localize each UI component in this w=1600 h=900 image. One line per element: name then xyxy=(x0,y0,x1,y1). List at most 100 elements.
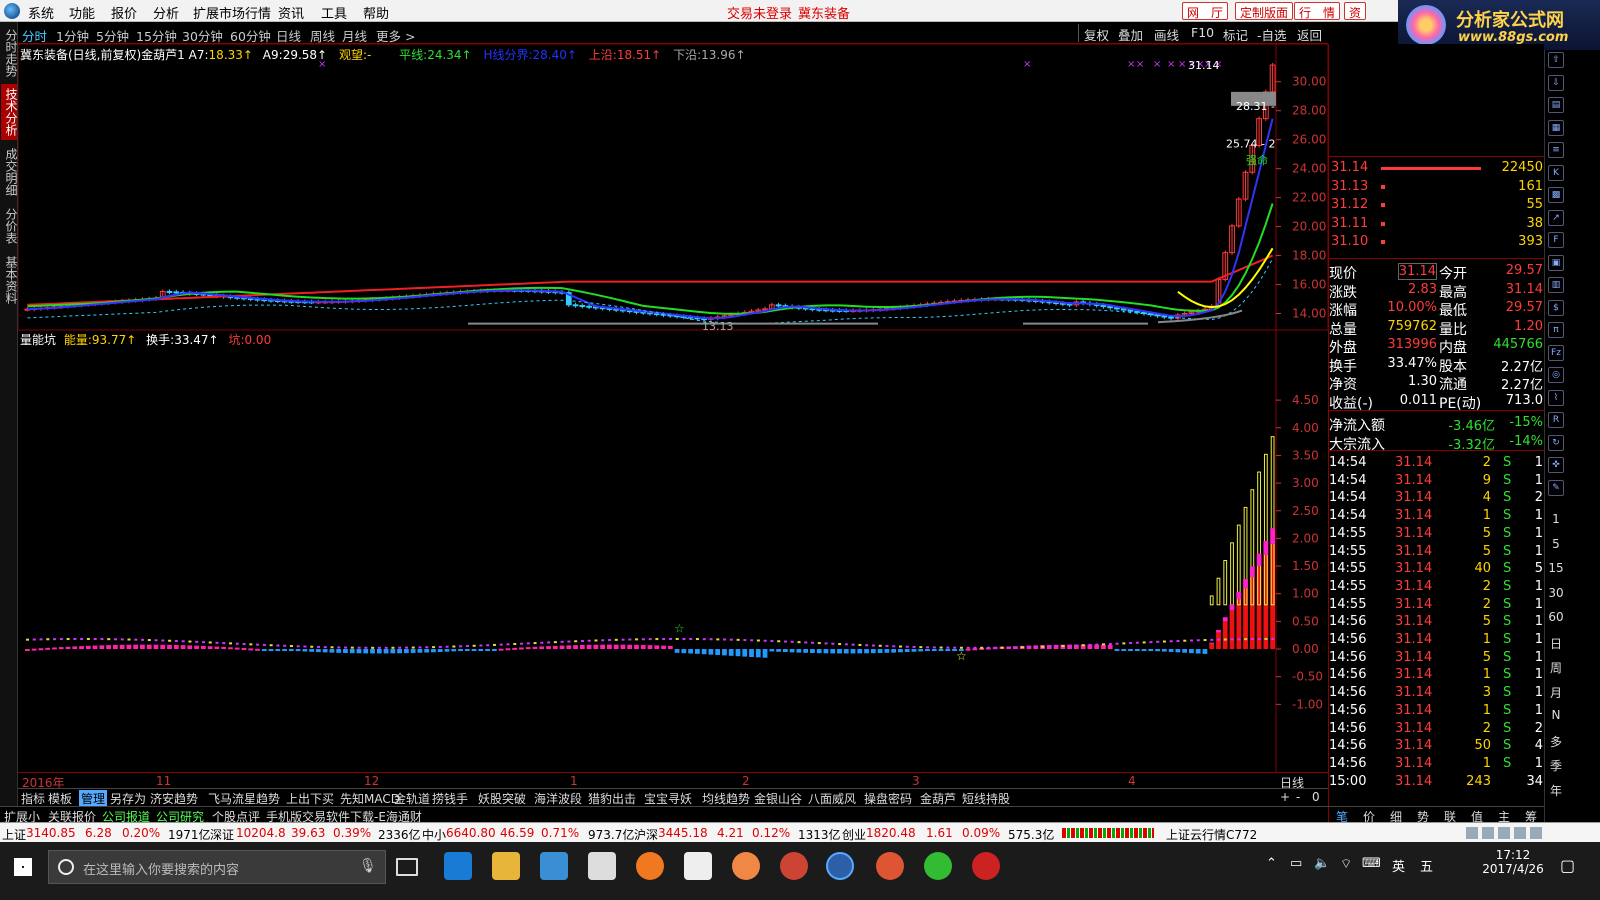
task-view-icon[interactable] xyxy=(396,858,418,876)
info-button[interactable]: 资 xyxy=(1344,2,1367,20)
ime-language[interactable]: 英 xyxy=(1392,856,1405,875)
period-30min[interactable]: 30分钟 xyxy=(182,26,223,45)
period-15min[interactable]: 15分钟 xyxy=(136,26,177,45)
period-shortcut[interactable]: 多 xyxy=(1548,733,1564,750)
refresh-icon[interactable]: ↻ xyxy=(1548,434,1564,451)
fz-icon[interactable]: Fz xyxy=(1548,344,1564,361)
status-tray-icons[interactable] xyxy=(1466,827,1546,839)
period-shortcut[interactable]: 15 xyxy=(1548,561,1564,575)
period-shortcut[interactable]: 年 xyxy=(1548,782,1564,799)
microphone-icon[interactable]: 🎙 xyxy=(359,858,377,874)
taskbar-clock[interactable]: 17:12 2017/4/26 xyxy=(1478,848,1548,876)
order-book-row[interactable]: 31.10 393 xyxy=(1329,233,1545,251)
pen-icon[interactable]: ✎ xyxy=(1548,479,1564,496)
calculator-icon[interactable] xyxy=(684,852,712,880)
indicator-tab[interactable]: 管理 xyxy=(79,790,108,807)
adjust-button[interactable]: 复权 xyxy=(1081,25,1112,44)
tab-intraday[interactable]: 分时走势 xyxy=(1,26,18,80)
calendar-icon[interactable]: ▣ xyxy=(1548,254,1564,271)
remove-watchlist-button[interactable]: -自选 xyxy=(1254,25,1290,44)
heatmap-icon[interactable]: ▩ xyxy=(1548,187,1564,203)
file-explorer-icon[interactable] xyxy=(492,852,520,880)
order-book-row[interactable]: 31.12 55 xyxy=(1329,196,1545,214)
market-button[interactable]: 行 情 xyxy=(1294,2,1341,20)
f10-button[interactable]: F10 xyxy=(1188,25,1217,40)
period-intraday[interactable]: 分时 xyxy=(22,26,47,45)
menu-help[interactable]: 帮助 xyxy=(363,3,389,22)
indicator-tab[interactable]: 金轨道 xyxy=(394,790,430,807)
mark-button[interactable]: 标记 xyxy=(1220,25,1251,44)
tray-chevron-icon[interactable]: ⌃ xyxy=(1266,856,1277,871)
period-weekly[interactable]: 周线 xyxy=(310,26,335,45)
network-icon[interactable]: ⌔ xyxy=(1340,856,1352,872)
zoom-control[interactable]: + xyxy=(1280,790,1290,804)
web-hall-button[interactable]: 网 厅 xyxy=(1182,2,1229,20)
indicator-tab[interactable]: 妖股突破 xyxy=(478,790,526,807)
period-shortcut[interactable]: 5 xyxy=(1548,537,1564,551)
indicator-tab[interactable]: 济安趋势 xyxy=(150,790,198,807)
indicator-tab[interactable]: 飞马流星趋势 xyxy=(208,790,280,807)
trading-app-3-icon[interactable] xyxy=(876,852,904,880)
wechat-icon[interactable] xyxy=(924,852,952,880)
period-shortcut[interactable]: N xyxy=(1548,708,1564,722)
tick-icon[interactable]: ⌇ xyxy=(1548,389,1564,406)
period-shortcut[interactable]: 季 xyxy=(1548,757,1564,774)
battery-icon[interactable]: ▭ xyxy=(1290,856,1302,871)
indicator-tab[interactable]: 另存为 xyxy=(110,790,146,807)
indicator-tab[interactable]: 宝宝寻妖 xyxy=(644,790,692,807)
menu-function[interactable]: 功能 xyxy=(69,3,95,22)
overlay-button[interactable]: 叠加 xyxy=(1115,25,1146,44)
login-status[interactable]: 交易未登录 xyxy=(727,3,792,22)
circle-icon[interactable]: ◎ xyxy=(1548,367,1564,383)
indicator-tab[interactable]: 八面威风 xyxy=(808,790,856,807)
f10-icon[interactable]: F xyxy=(1548,232,1564,248)
table-icon[interactable]: ▦ xyxy=(1548,119,1564,136)
indicator-tab[interactable]: 均线趋势 xyxy=(702,790,750,807)
kline-icon[interactable]: K xyxy=(1548,164,1564,181)
kline-canvas[interactable]: 30.00 28.00 26.00 24.00 22.00 20.00 18.00 16.00… xyxy=(18,44,1328,772)
analyst-app-icon[interactable] xyxy=(826,852,854,880)
indicator-tab[interactable]: 短线持股 xyxy=(962,790,1010,807)
tab-trade-detail[interactable]: 成交明细 xyxy=(1,144,18,200)
menu-info[interactable]: 资讯 xyxy=(278,3,304,22)
trading-app-icon[interactable] xyxy=(732,852,760,880)
store-icon[interactable] xyxy=(588,852,616,880)
order-book-row[interactable]: 31.14 22450 xyxy=(1329,159,1545,177)
app-red-icon[interactable] xyxy=(972,852,1000,880)
trading-app-2-icon[interactable] xyxy=(780,852,808,880)
down-arrow-icon[interactable]: ⇩ xyxy=(1548,74,1564,91)
indicator-tab[interactable]: 先知MACD xyxy=(340,790,400,807)
cloud-quote-label[interactable]: 上证云行情C772 xyxy=(1166,826,1257,843)
indicator-tab[interactable]: 上出下买 xyxy=(286,790,334,807)
period-monthly[interactable]: 月线 xyxy=(342,26,367,45)
period-shortcut[interactable]: 日 xyxy=(1548,635,1564,652)
period-5min[interactable]: 5分钟 xyxy=(96,26,129,45)
tab-price-table[interactable]: 分价表 xyxy=(1,204,18,248)
indicator-tab[interactable]: 金葫芦 xyxy=(920,790,956,807)
indicator-tab[interactable]: 模板 xyxy=(48,790,72,807)
draw-line-button[interactable]: 画线 xyxy=(1151,25,1182,44)
taskbar-search-box[interactable]: 在这里输入你要搜索的内容 🎙 xyxy=(48,850,386,884)
tab-fundamentals[interactable]: 基本资料 xyxy=(1,252,18,308)
chart-area[interactable]: 30.00 28.00 26.00 24.00 22.00 20.00 18.00 16.00… xyxy=(18,44,1328,794)
period-1min[interactable]: 1分钟 xyxy=(56,26,89,45)
period-shortcut[interactable]: 30 xyxy=(1548,586,1564,600)
indicator-tab[interactable]: 海洋波段 xyxy=(534,790,582,807)
list-icon[interactable]: ≡ xyxy=(1548,142,1564,158)
menu-tools[interactable]: 工具 xyxy=(321,3,347,22)
menu-analysis[interactable]: 分析 xyxy=(153,3,179,22)
up-arrow-icon[interactable]: ⇧ xyxy=(1548,52,1564,68)
order-book-row[interactable]: 31.11 38 xyxy=(1329,215,1545,233)
indicator-tab[interactable]: 指标 xyxy=(21,790,45,807)
menu-extended-market[interactable]: 扩展市场行情 xyxy=(193,3,271,22)
cost-icon[interactable]: $ xyxy=(1548,299,1564,316)
custom-layout-button[interactable]: 定制版面 xyxy=(1235,2,1294,20)
indicator-tab[interactable]: 猎豹出击 xyxy=(588,790,636,807)
indicator-tab[interactable]: 捞钱手 xyxy=(432,790,468,807)
ime-mode[interactable]: 五 xyxy=(1420,856,1433,875)
order-book-row[interactable]: 31.13 161 xyxy=(1329,178,1545,196)
notification-icon[interactable]: ▢ xyxy=(1560,856,1575,875)
grid-icon[interactable]: ▥ xyxy=(1548,277,1564,293)
windows-start-icon[interactable] xyxy=(14,858,32,876)
back-button[interactable]: 返回 xyxy=(1294,25,1325,44)
